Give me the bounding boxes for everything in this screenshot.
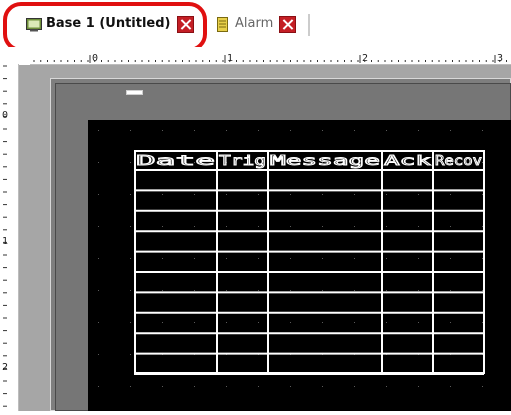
alarm-table[interactable]: Date Trig Message Ack Recov (134, 150, 486, 375)
grid-dot (354, 386, 355, 387)
ruler-number: 0 (92, 53, 98, 64)
alarm-screen-icon (215, 17, 231, 32)
grid-dot (258, 386, 259, 387)
grid-dot (290, 130, 291, 131)
grid-dot (98, 130, 99, 131)
grid-dot (194, 130, 195, 131)
column-header: Trig (219, 154, 266, 169)
ruler-number: 0 (2, 110, 8, 121)
ruler-number: 2 (362, 53, 368, 64)
grid-dot (130, 354, 131, 355)
grid-dot (130, 226, 131, 227)
close-icon[interactable] (279, 15, 297, 33)
grid-dot (98, 322, 99, 323)
grid-dot (162, 386, 163, 387)
editor-tab-bar: Base 1 (Untitled) Alarm (0, 0, 511, 52)
grid-dot (386, 386, 387, 387)
frame-handle[interactable] (126, 90, 143, 95)
ruler-number: 2 (2, 362, 8, 373)
grid-dot (130, 130, 131, 131)
grid-dot (418, 130, 419, 131)
grid-dot (322, 386, 323, 387)
grid-dot (130, 322, 131, 323)
grid-dot (98, 386, 99, 387)
grid-dot (450, 386, 451, 387)
column-header: Date (136, 154, 215, 169)
ruler-number: 1 (227, 53, 233, 64)
column-header: Ack (384, 154, 431, 169)
grid-dot (98, 194, 99, 195)
ruler-number: 1 (2, 236, 8, 247)
grid-dot (482, 386, 483, 387)
grid-dot (226, 386, 227, 387)
column-header: Message (270, 154, 380, 169)
ruler-corner (0, 47, 30, 64)
ruler-number: 3 (497, 53, 503, 64)
grid-dot (322, 130, 323, 131)
grid-dot (130, 162, 131, 163)
grid-dot (98, 290, 99, 291)
grid-dot (98, 258, 99, 259)
grid-dot (482, 130, 483, 131)
grid-dot (386, 130, 387, 131)
grid-dot (98, 354, 99, 355)
grid-dot (162, 130, 163, 131)
grid-dot (418, 386, 419, 387)
grid-dot (194, 386, 195, 387)
column-header: Recov (435, 154, 482, 169)
grid-dot (226, 130, 227, 131)
grid-dot (98, 226, 99, 227)
grid-dot (450, 130, 451, 131)
grid-dot (258, 130, 259, 131)
grid-dot (354, 130, 355, 131)
highlight-circle (3, 2, 207, 52)
grid-dot (130, 194, 131, 195)
grid-dot (130, 290, 131, 291)
grid-dot (98, 162, 99, 163)
tab-label: Alarm (235, 16, 274, 31)
grid-dot (130, 258, 131, 259)
vertical-ruler: 0 1 2 (0, 64, 19, 411)
horizontal-ruler: 0 1 2 3 (30, 47, 511, 65)
grid-dot (130, 386, 131, 387)
grid-dot (290, 386, 291, 387)
tab-alarm[interactable]: Alarm (215, 12, 297, 36)
tab-separator (308, 14, 310, 36)
table-border (134, 150, 485, 374)
